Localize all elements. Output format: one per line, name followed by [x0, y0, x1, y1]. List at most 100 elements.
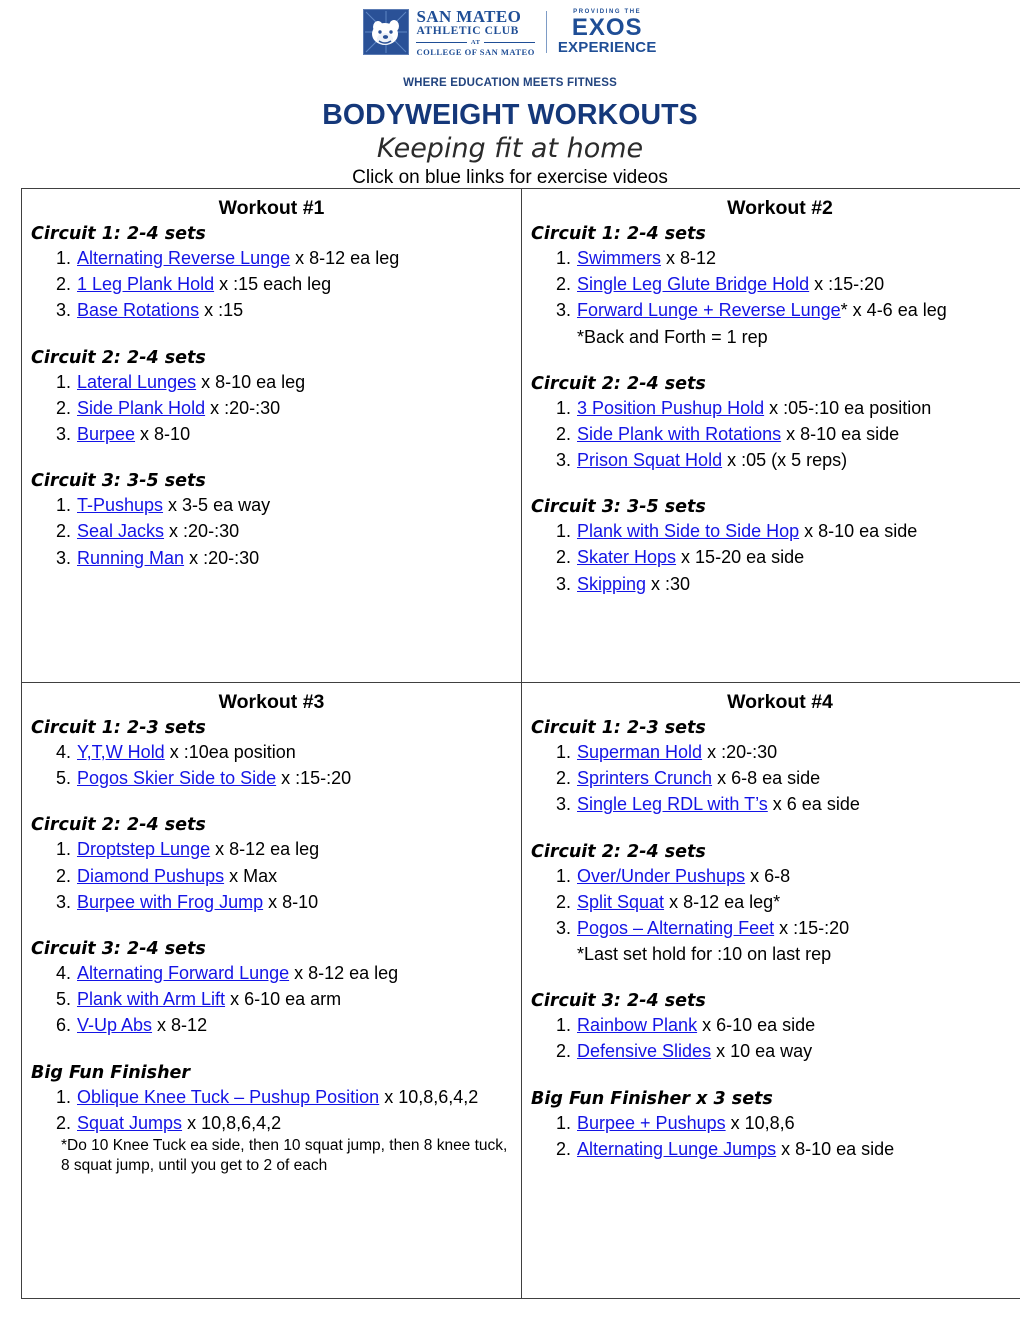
exercise-video-link[interactable]: Plank with Arm Lift [77, 989, 225, 1009]
workout-cell-4: Workout #4 Circuit 1: 2-3 sets 1. Superman … [521, 682, 1020, 1299]
list-item: 6. V-Up Abs x 8-12 [56, 1012, 512, 1038]
exercise-prescription: x 15-20 ea side [676, 547, 805, 568]
exercise-video-link[interactable]: Sprinters Crunch [577, 768, 712, 788]
list-item-number: 1. [555, 397, 571, 418]
exercise-video-link[interactable]: Side Plank with Rotations [577, 424, 781, 444]
exercise-video-link[interactable]: Alternating Reverse Lunge [77, 248, 290, 268]
exercise-video-link[interactable]: Burpee + Pushups [577, 1113, 726, 1133]
exercise-prescription: x 6-10 ea arm [225, 989, 342, 1010]
exercise-video-link[interactable]: Pogos – Alternating Feet [577, 918, 774, 938]
exercise-video-link[interactable]: Oblique Knee Tuck – Pushup Position [77, 1087, 379, 1107]
list-item: 2. Side Plank Hold x :20-:30 [56, 395, 512, 421]
exercise-video-link[interactable]: T-Pushups [77, 495, 163, 515]
list-item: 1. Lateral Lunges x 8-10 ea leg [56, 369, 512, 395]
bulldog-mascot-icon [363, 9, 410, 56]
circuit-heading: Circuit 3: 3-5 sets [531, 497, 706, 518]
exercise-prescription: x Max [224, 865, 278, 886]
workout-cell-3: Workout #3 Circuit 1: 2-3 sets 4. Y,T,W Hol… [21, 682, 522, 1299]
list-item: 2. Defensive Slides x 10 ea way [556, 1038, 1020, 1064]
circuit-heading: Circuit 1: 2-4 sets [531, 224, 706, 244]
exercise-video-link[interactable]: Diamond Pushups [77, 866, 224, 886]
list-item-number: 1. [555, 521, 571, 542]
list-item: 2. Seal Jacks x :20-:30 [56, 518, 512, 544]
exercise-video-link[interactable]: Burpee [77, 424, 135, 444]
exercise-video-link[interactable]: Side Plank Hold [77, 398, 205, 418]
exercise-prescription: x :15-:20 [774, 917, 850, 938]
list-item: 1. Swimmers x 8-12 [556, 245, 1020, 271]
exercise-video-link[interactable]: Skater Hops [577, 547, 676, 567]
exercise-video-link[interactable]: 3 Position Pushup Hold [577, 398, 764, 418]
list-item-number: 2. [555, 768, 571, 789]
exercise-video-link[interactable]: Single Leg Glute Bridge Hold [577, 274, 809, 294]
exercise-video-link[interactable]: Y,T,W Hold [77, 742, 165, 762]
exercise-video-link[interactable]: Droptstep Lunge [77, 839, 210, 859]
exercise-prescription: x 8-12 ea leg [289, 962, 399, 983]
exercise-list: 1. Rainbow Plank x 6-10 ea side 2. Defensiv… [531, 1012, 1020, 1064]
exercise-video-link[interactable]: Forward Lunge + Reverse Lunge [577, 300, 841, 320]
exercise-video-link[interactable]: Lateral Lunges [77, 372, 196, 392]
table-row: Workout #3 Circuit 1: 2-3 sets 4. Y,T,W Hol… [21, 682, 1020, 1299]
list-item-number: 1. [55, 371, 71, 392]
exercise-video-link[interactable]: Superman Hold [577, 742, 702, 762]
list-item: 1. Alternating Reverse Lunge x 8-12 ea le… [56, 245, 512, 271]
exercise-video-link[interactable]: Base Rotations [77, 300, 199, 320]
circuit-note: *Last set hold for :10 on last rep [577, 944, 832, 965]
workout-title: Workout #2 [727, 197, 833, 219]
exercise-list: 1. Burpee + Pushups x 10,8,6 2. Alternating… [531, 1110, 1020, 1162]
exercise-video-link[interactable]: V-Up Abs [77, 1015, 152, 1035]
workouts-table: Workout #1 Circuit 1: 2-4 sets 1. Alternati… [21, 188, 1020, 1299]
exercise-video-link[interactable]: Alternating Forward Lunge [77, 963, 289, 983]
exercise-video-link[interactable]: Seal Jacks [77, 521, 164, 541]
page-title: BODYWEIGHT WORKOUTS [322, 99, 698, 131]
exercise-prescription: x 10 ea way [711, 1041, 813, 1062]
list-item: 2. Side Plank with Rotations x 8-10 ea si… [556, 421, 1020, 447]
list-item-number: 1. [55, 248, 71, 268]
exercise-list: 1. Lateral Lunges x 8-10 ea leg 2. Side Pla… [31, 369, 512, 448]
list-item-number: 2. [555, 423, 571, 444]
exercise-video-link[interactable]: Alternating Lunge Jumps [577, 1139, 776, 1159]
exercise-video-link[interactable]: Over/Under Pushups [577, 866, 745, 886]
circuit-heading: Big Fun Finisher [31, 1062, 191, 1083]
exercise-list: 4. Y,T,W Hold x :10ea position 5. Pogos Ski… [31, 739, 512, 791]
list-item-number: 6. [55, 1015, 71, 1036]
exercise-prescription: x 8-10 [263, 891, 319, 912]
circuit-heading: Circuit 1: 2-3 sets [31, 718, 206, 738]
exercise-prescription: x 10,8,6,4,2 [379, 1086, 479, 1107]
list-item-number: 3. [55, 423, 71, 444]
exercise-video-link[interactable]: Prison Squat Hold [577, 450, 722, 470]
exercise-list: 1. Swimmers x 8-12 2. Single Leg Glute Brid… [531, 245, 1020, 324]
list-item-number: 1. [55, 495, 71, 516]
exercise-video-link[interactable]: Pogos Skier Side to Side [77, 768, 276, 788]
list-item: 1. Superman Hold x :20-:30 [556, 739, 1020, 765]
rule-left [416, 42, 467, 44]
exercise-video-link[interactable]: Running Man [77, 548, 184, 568]
exercise-video-link[interactable]: Burpee with Frog Jump [77, 892, 263, 912]
exercise-video-link[interactable]: Skipping [577, 574, 646, 594]
list-item-number: 2. [555, 891, 571, 912]
page-subtitle: Keeping fit at home [376, 133, 644, 164]
list-item: 3. Forward Lunge + Reverse Lunge* x 4-6 e… [556, 297, 1020, 323]
list-item: 2. Sprinters Crunch x 6-8 ea side [556, 765, 1020, 791]
exercise-video-link[interactable]: 1 Leg Plank Hold [77, 274, 214, 294]
exercise-prescription: x 10,8,6,4,2 [182, 1112, 282, 1133]
exercise-video-link[interactable]: Squat Jumps [77, 1113, 182, 1133]
exercise-video-link[interactable]: Plank with Side to Side Hop [577, 521, 799, 541]
exercise-video-link[interactable]: Split Squat [577, 892, 664, 912]
list-item: 2. Diamond Pushups x Max [56, 863, 512, 889]
list-item-number: 2. [55, 274, 71, 295]
workout-title: Workout #4 [727, 691, 833, 713]
exercise-prescription: x :20-:30 [184, 547, 260, 568]
circuit-heading: Circuit 2: 2-4 sets [531, 373, 706, 394]
list-item: 5. Plank with Arm Lift x 6-10 ea arm [56, 986, 512, 1012]
exercise-list: 1. Droptstep Lunge x 8-12 ea leg 2. Diamond… [31, 836, 512, 915]
exercise-prescription: x :20-:30 [205, 397, 281, 418]
list-item: 3. Burpee with Frog Jump x 8-10 [56, 889, 512, 915]
exercise-video-link[interactable]: Defensive Slides [577, 1041, 711, 1061]
exercise-list: 1. T-Pushups x 3-5 ea way 2. Seal Jacks x :… [31, 492, 512, 571]
circuit-heading: Circuit 3: 2-4 sets [31, 938, 206, 959]
exercise-video-link[interactable]: Swimmers [577, 248, 661, 268]
list-item-number: 4. [55, 742, 71, 762]
exercise-video-link[interactable]: Rainbow Plank [577, 1015, 697, 1035]
club-name-line1: SAN MATEO [416, 7, 522, 26]
exercise-video-link[interactable]: Single Leg RDL with T’s [577, 794, 768, 814]
